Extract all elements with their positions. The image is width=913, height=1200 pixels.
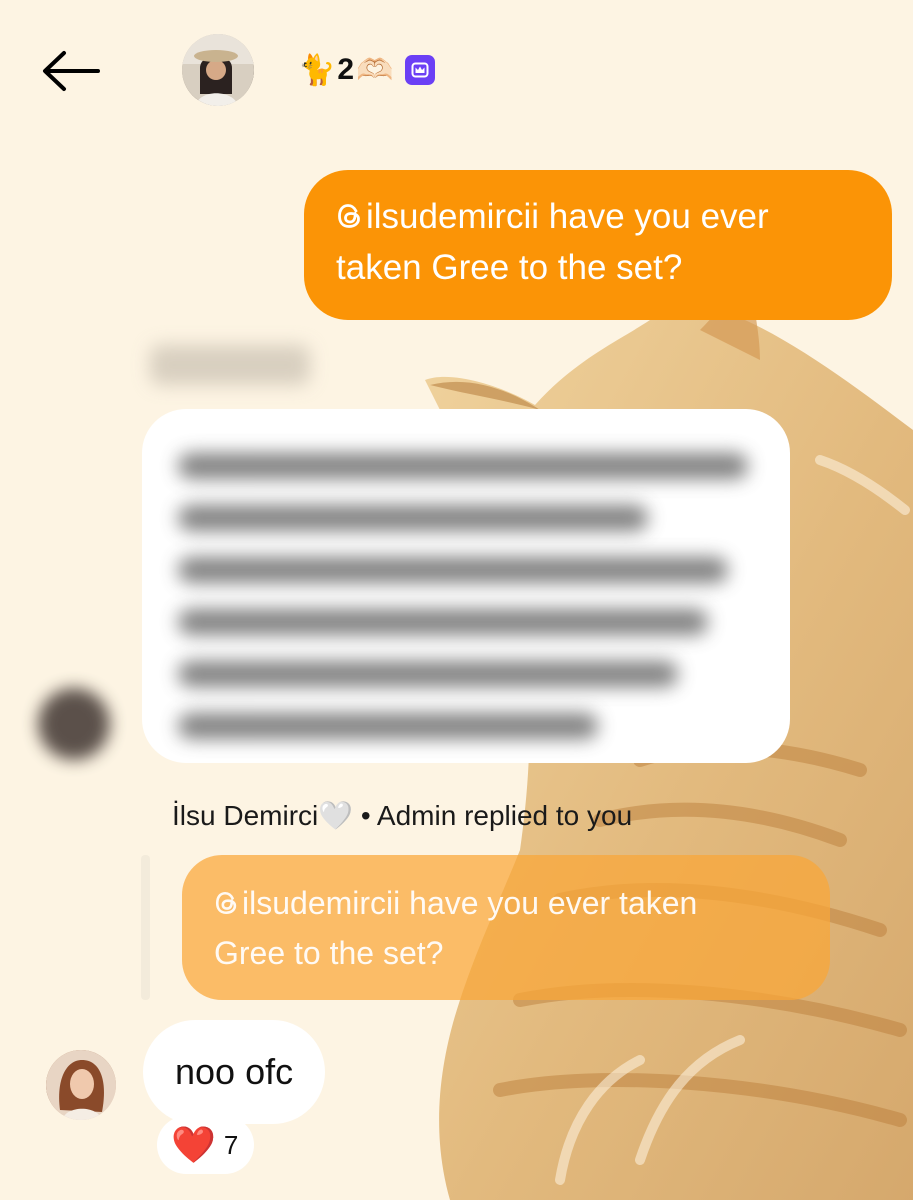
blurred-sender-avatar: [38, 688, 110, 760]
quoted-text-line-2: Gree to the set?: [214, 935, 444, 971]
replier-avatar[interactable]: [46, 1050, 116, 1120]
blurred-sender-name: [150, 345, 310, 385]
reply-context-label: İlsu Demirci🤍 • Admin replied to you: [172, 798, 632, 834]
group-title[interactable]: 🐈 2 🫶🏻: [298, 50, 436, 90]
arrow-left-icon: [43, 51, 100, 91]
cat-emoji: 🐈: [298, 53, 336, 87]
reaction-pill[interactable]: ❤️ 7: [157, 1116, 255, 1174]
group-avatar[interactable]: [182, 34, 254, 106]
back-button[interactable]: [36, 44, 106, 98]
replier-name: İlsu Demirci🤍: [172, 800, 354, 831]
heart-icon: ❤️: [171, 1124, 216, 1165]
quoted-message-bubble[interactable]: ilsudemircii have you ever taken Gree to…: [182, 855, 830, 1000]
message-text-line-1: ilsudemircii have you ever: [366, 197, 769, 236]
quoted-text-line-1: ilsudemircii have you ever taken: [242, 885, 698, 921]
quoted-line: ilsudemircii have you ever taken: [214, 878, 810, 928]
quote-bar: [141, 855, 150, 1000]
message-text-line-2: taken Gree to the set?: [336, 248, 683, 287]
threads-icon: [338, 204, 360, 228]
blurred-message-bubble[interactable]: [142, 409, 790, 763]
reply-message-bubble[interactable]: noo ofc: [143, 1020, 326, 1124]
outgoing-message-bubble[interactable]: ilsudemircii have you ever taken Gree to…: [304, 170, 892, 320]
heart-hands-emoji: 🫶🏻: [356, 53, 394, 87]
threads-icon: [215, 891, 237, 915]
crown-icon: [405, 55, 436, 85]
reply-message-text: noo ofc: [175, 1051, 294, 1092]
reply-context-suffix: • Admin replied to you: [360, 800, 633, 831]
title-count: 2: [337, 53, 355, 86]
reaction-count: 7: [223, 1129, 239, 1160]
message-line: ilsudemircii have you ever: [336, 191, 872, 242]
